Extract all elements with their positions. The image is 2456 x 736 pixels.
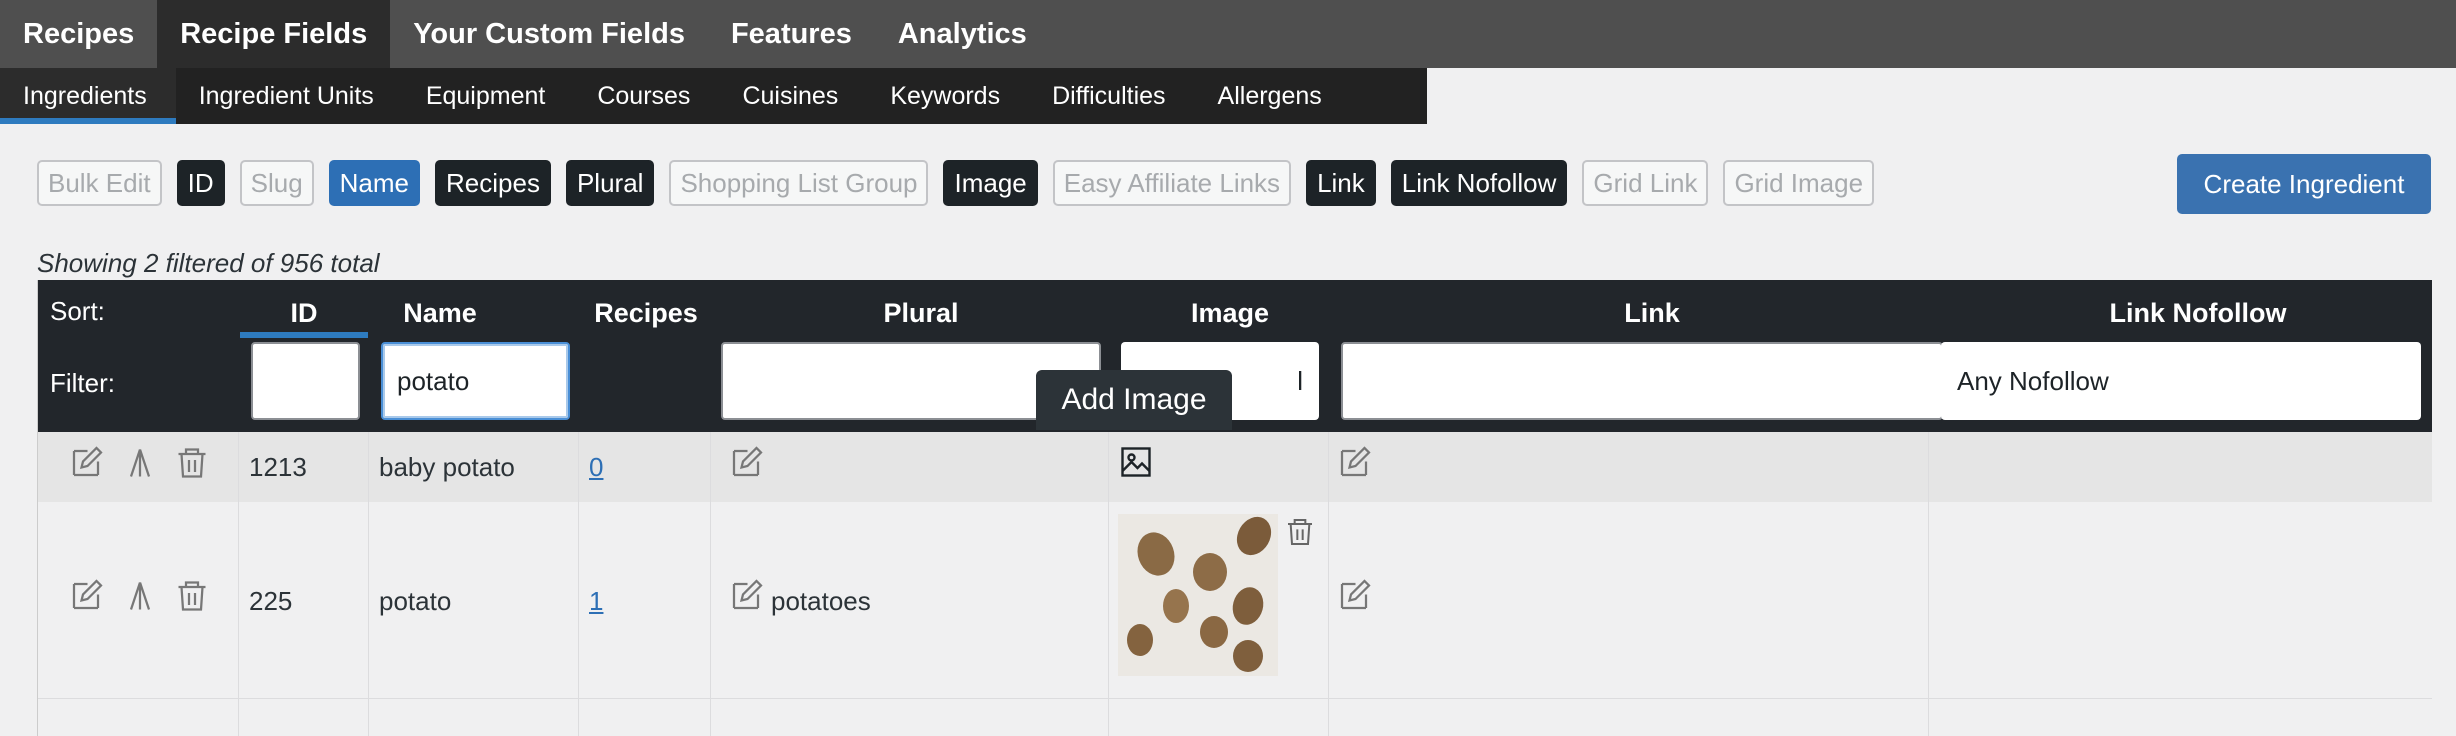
toggle-name[interactable]: Name [328,160,421,206]
remove-image-icon[interactable] [1284,516,1316,548]
row-recipes-link[interactable]: 1 [589,584,603,618]
trash-icon[interactable] [174,445,210,481]
name-filter-input[interactable]: potato [381,342,570,420]
col-header-name[interactable]: Name [372,292,508,334]
add-image-icon[interactable] [1118,444,1154,480]
col-header-link[interactable]: Link [1340,292,1964,334]
row-id: 225 [249,585,293,616]
edit-plural-icon[interactable] [728,445,764,481]
row-name: baby potato [379,451,515,482]
column-divider [1928,432,1929,736]
potato-image[interactable] [1118,514,1278,676]
results-count: Showing 2 filtered of 956 total [37,248,380,278]
filter-label: Filter: [50,368,115,398]
column-toggles: Bulk Edit ID Slug Name Recipes Plural Sh… [37,160,1875,208]
toggle-id[interactable]: ID [176,160,225,206]
toggle-shopping-list-group[interactable]: Shopping List Group [669,160,929,206]
row-name: potato [379,585,452,616]
subtab-cuisines[interactable]: Cuisines [719,68,867,124]
link-filter-input[interactable] [1341,342,1943,420]
toggle-link[interactable]: Link [1306,160,1376,206]
col-header-plural[interactable]: Plural [722,292,1120,334]
row-id: 1213 [249,451,307,482]
toggle-bulk-edit[interactable]: Bulk Edit [37,160,162,206]
toggle-link-nofollow[interactable]: Link Nofollow [1390,160,1568,206]
col-header-recipes[interactable]: Recipes [576,292,716,334]
id-filter-input[interactable] [251,342,360,420]
sub-nav: Ingredients Ingredient Units Equipment C… [0,68,1427,124]
subtab-keywords[interactable]: Keywords [867,68,1029,124]
edit-icon[interactable] [68,445,104,481]
column-divider [578,432,579,736]
tab-features[interactable]: Features [708,0,875,68]
tab-recipe-fields[interactable]: Recipe Fields [157,0,391,68]
edit-icon[interactable] [68,578,104,614]
tab-recipes[interactable]: Recipes [0,0,157,68]
edit-plural-icon[interactable] [728,578,764,614]
column-divider [1328,432,1329,736]
merge-icon[interactable] [122,445,158,481]
nofollow-filter-select[interactable]: Any Nofollow [1941,342,2421,420]
add-image-tooltip: Add Image [1036,370,1232,430]
column-divider [368,432,369,736]
table-header: Sort: Filter: ID Name Recipes Plural Ima… [38,280,2432,432]
subtab-ingredients[interactable]: Ingredients [0,68,176,124]
column-divider [1108,432,1109,736]
create-ingredient-button[interactable]: Create Ingredient [2177,154,2431,214]
toggle-image[interactable]: Image [943,160,1038,206]
top-nav: Recipes Recipe Fields Your Custom Fields… [0,0,2456,68]
row-recipes-link[interactable]: 0 [589,450,603,484]
subtab-equipment[interactable]: Equipment [403,68,575,124]
edit-link-icon[interactable] [1336,445,1372,481]
tab-analytics[interactable]: Analytics [875,0,1050,68]
subtab-difficulties[interactable]: Difficulties [1029,68,1194,124]
subtab-ingredient-units[interactable]: Ingredient Units [176,68,403,124]
column-divider [710,432,711,736]
toggle-plural[interactable]: Plural [565,160,655,206]
trash-icon[interactable] [174,578,210,614]
toggle-grid-image[interactable]: Grid Image [1723,160,1875,206]
col-header-id[interactable]: ID [240,292,368,338]
tab-your-custom-fields[interactable]: Your Custom Fields [390,0,708,68]
sort-label: Sort: [50,296,105,326]
merge-icon[interactable] [122,578,158,614]
row-plural: potatoes [771,585,871,616]
toggle-slug[interactable]: Slug [239,160,314,206]
column-divider [238,432,239,736]
toggle-grid-link[interactable]: Grid Link [1582,160,1709,206]
toggle-easy-affiliate-links[interactable]: Easy Affiliate Links [1052,160,1292,206]
edit-link-icon[interactable] [1336,578,1372,614]
toggle-recipes[interactable]: Recipes [435,160,551,206]
table-row [38,698,2432,736]
subtab-courses[interactable]: Courses [574,68,719,124]
col-header-link-nofollow[interactable]: Link Nofollow [1964,292,2432,334]
subtab-allergens[interactable]: Allergens [1195,68,1351,124]
col-header-image[interactable]: Image [1120,292,1340,334]
